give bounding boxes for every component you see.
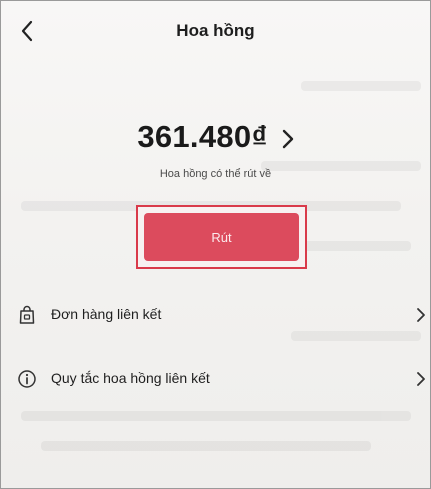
commission-amount: 361.480₫ — [137, 119, 268, 154]
menu-item-label: Quy tắc hoa hồng liên kết — [51, 370, 210, 386]
chevron-right-icon — [282, 129, 294, 149]
menu-item-affiliate-orders[interactable]: Đơn hàng liên kết — [1, 293, 430, 337]
withdraw-button[interactable]: Rút — [144, 213, 299, 261]
info-icon — [17, 369, 37, 389]
withdraw-label: Rút — [211, 229, 232, 245]
page-title: Hoa hồng — [176, 21, 255, 40]
chevron-right-icon — [416, 371, 426, 387]
menu-item-label: Đơn hàng liên kết — [51, 306, 162, 322]
commission-amount-link[interactable]: 361.480₫ — [1, 119, 430, 155]
chevron-right-icon — [416, 307, 426, 323]
menu-item-commission-rules[interactable]: Quy tắc hoa hồng liên kết — [1, 357, 430, 401]
commission-caption: Hoa hồng có thể rút về — [159, 168, 272, 180]
header: Hoa hồng — [1, 1, 430, 63]
commission-screen: Hoa hồng 361.480₫ Hoa hồng có thể rút về… — [0, 0, 431, 489]
shopping-bag-icon — [17, 305, 37, 325]
